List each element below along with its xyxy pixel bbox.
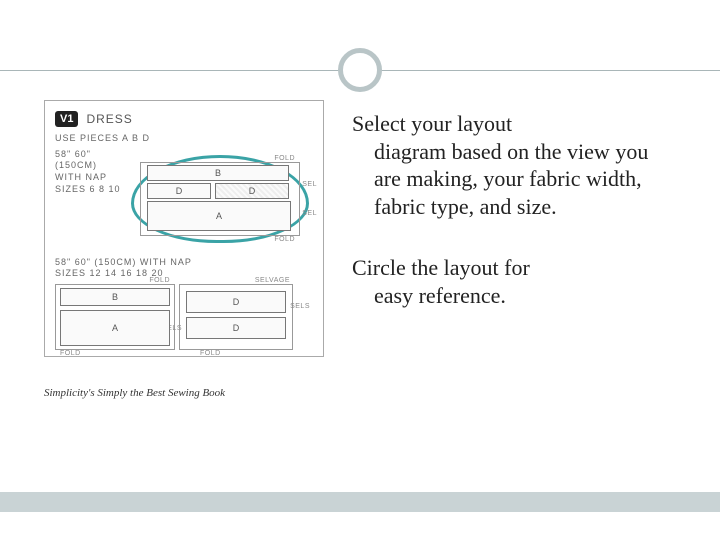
use-pieces: USE PIECES A B D bbox=[55, 133, 313, 145]
piece-B2: B bbox=[60, 288, 170, 306]
sel-label: SEL bbox=[302, 181, 317, 188]
fold-label-b: FOLD bbox=[60, 350, 81, 357]
p2-line1: Circle the layout for bbox=[352, 255, 530, 280]
rule-circle-icon bbox=[338, 48, 382, 92]
paragraph-2: Circle the layout for easy reference. bbox=[352, 254, 676, 309]
block2-width: 58" 60" (150CM) WITH NAP bbox=[55, 257, 313, 269]
paragraph-1: Select your layout diagram based on the … bbox=[352, 110, 676, 220]
view-header: V1 DRESS bbox=[55, 111, 313, 127]
header-rule bbox=[44, 40, 676, 100]
piece-A2: A bbox=[60, 310, 170, 346]
block1-width: 58" 60" (150CM) bbox=[55, 149, 125, 172]
fold-label-2: FOLD bbox=[274, 236, 295, 243]
p1-rest: diagram based on the view you are making… bbox=[374, 138, 676, 221]
fold-label: FOLD bbox=[274, 155, 295, 162]
piece-D-left: D bbox=[147, 183, 211, 199]
figure-source: Simplicity's Simply the Best Sewing Book bbox=[44, 387, 324, 399]
view-badge: V1 bbox=[55, 111, 78, 127]
slide: V1 DRESS USE PIECES A B D 58" 60" (150CM… bbox=[0, 0, 720, 540]
block1-sizes: SIZES 6 8 10 bbox=[55, 184, 125, 196]
layout-diagram-2: FOLD SELS FOLD B A SELVAGE SELS FOLD D D bbox=[55, 284, 313, 350]
content-row: V1 DRESS USE PIECES A B D 58" 60" (150CM… bbox=[44, 100, 676, 399]
p2-rest: easy reference. bbox=[374, 282, 676, 310]
selvage-label: SELVAGE bbox=[255, 277, 290, 284]
figure-column: V1 DRESS USE PIECES A B D 58" 60" (150CM… bbox=[44, 100, 324, 399]
text-column: Select your layout diagram based on the … bbox=[352, 100, 676, 399]
view-label: DRESS bbox=[86, 112, 132, 126]
piece-B: B bbox=[147, 165, 289, 181]
piece-D2b: D bbox=[186, 317, 286, 339]
block1-nap: WITH NAP bbox=[55, 172, 125, 184]
piece-D-right: D bbox=[215, 183, 289, 199]
fold-label-r: FOLD bbox=[200, 350, 221, 357]
layout-diagram-1-circled: FOLD SEL SEL FOLD B D D A bbox=[131, 155, 309, 243]
sel-label-2: SEL bbox=[302, 210, 317, 217]
p1-line1: Select your layout bbox=[352, 111, 512, 136]
sel-label-r: SELS bbox=[290, 303, 310, 310]
piece-A: A bbox=[147, 201, 291, 231]
footer-band bbox=[0, 492, 720, 512]
piece-D2a: D bbox=[186, 291, 286, 313]
fold-label: FOLD bbox=[149, 277, 170, 284]
layout-figure: V1 DRESS USE PIECES A B D 58" 60" (150CM… bbox=[44, 100, 324, 357]
